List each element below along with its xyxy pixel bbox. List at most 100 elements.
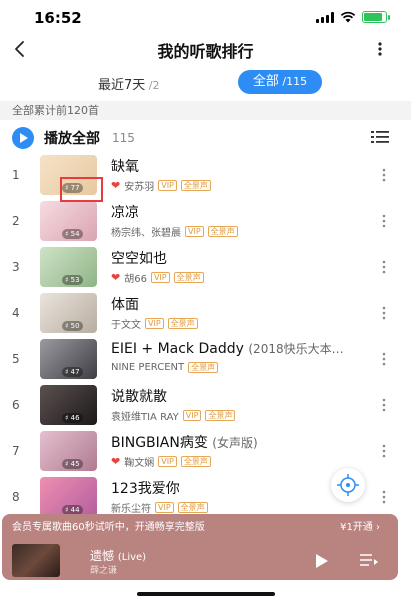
header: 我的听歌排行 [0,34,411,64]
play-count-badge: ♯ 47 [62,367,83,377]
more-vertical-icon[interactable] [381,213,387,229]
song-row[interactable]: 6 ♯ 46 说散就散 袁娅维TIA RAY VIP 全景声 [0,383,411,429]
page-title: 我的听歌排行 [157,42,254,61]
song-title: 空空如也 [111,248,167,268]
song-cover: ♯ 53 [40,247,97,287]
song-artist: 胡66 [124,274,147,285]
song-list: 1 ♯ 77 缺氧 ❤ 安苏羽 VIP 全景声 2 ♯ 54 凉凉 杨宗纬、张碧晨… [0,153,411,521]
player-artist: 薛之谦 [90,566,118,576]
vip-open-button[interactable]: ¥1开通 › [340,514,380,541]
song-artist: 安苏羽 [124,182,155,193]
battery-level [364,13,382,21]
tab-all[interactable]: 全部 /115 [238,70,322,94]
play-count: 44 [70,506,80,514]
more-vertical-icon[interactable] [381,305,387,321]
play-all-count: 115 [112,131,135,145]
total-count-text: 全部累计前120首 [0,101,411,120]
play-circle-icon [12,127,34,149]
song-title: BINGBIAN病变 (女声版) [111,432,258,452]
song-rank: 8 [12,490,20,504]
song-rank: 3 [12,260,20,274]
song-title: EIEI + Mack Daddy (2018快乐大本… [111,340,344,357]
song-tag: VIP [155,502,174,513]
song-meta: 袁娅维TIA RAY VIP 全景声 [111,408,236,423]
song-meta: ❤ 鞠文娴 VIP 全景声 [111,454,211,469]
play-count-badge: ♯ 45 [62,459,83,469]
song-rank: 6 [12,398,20,412]
play-count: 54 [70,230,80,238]
play-count: 50 [70,322,80,330]
multi-select-list-icon[interactable] [371,129,389,145]
song-artist: NINE PERCENT [111,362,185,373]
song-tag: VIP [158,180,177,191]
song-tag: VIP [145,318,164,329]
song-title-sub: (2018快乐大本… [248,342,344,356]
song-row[interactable]: 3 ♯ 53 空空如也 ❤ 胡66 VIP 全景声 [0,245,411,291]
song-rank: 1 [12,168,20,182]
song-artist: 于文文 [111,320,141,331]
mini-player[interactable]: 遗憾 (Live) 薛之谦 [2,541,398,580]
song-tag: 全景声 [188,362,219,373]
status-icons [316,11,390,23]
more-vertical-icon[interactable] [375,39,385,59]
player-song-title: 遗憾 (Live) [90,547,146,564]
song-meta: 于文文 VIP 全景声 [111,316,198,331]
home-indicator [137,592,275,596]
song-cover: ♯ 46 [40,385,97,425]
play-all-button[interactable]: 播放全部 115 [12,127,135,149]
heart-icon: ❤ [111,271,121,284]
more-vertical-icon[interactable] [381,443,387,459]
song-rank: 7 [12,444,20,458]
song-title: 缺氧 [111,156,139,176]
more-vertical-icon[interactable] [381,259,387,275]
song-meta: NINE PERCENT 全景声 [111,362,219,373]
annotation-highlight-box [60,177,103,202]
song-artist: 袁娅维TIA RAY [111,412,179,423]
play-count-badge: ♯ 53 [62,275,83,285]
more-vertical-icon[interactable] [381,167,387,183]
song-title-sub: (女声版) [212,436,258,450]
song-meta: ❤ 胡66 VIP 全景声 [111,270,204,285]
more-vertical-icon[interactable] [381,351,387,367]
song-title-text: 说散就散 [111,389,167,405]
song-title: 123我爱你 [111,478,180,498]
locate-current-song-icon[interactable] [331,468,365,502]
song-tag: 全景声 [167,318,198,329]
song-row[interactable]: 4 ♯ 50 体面 于文文 VIP 全景声 [0,291,411,337]
play-count: 53 [70,276,80,284]
play-icon[interactable] [315,553,329,569]
song-tag: 全景声 [177,502,208,513]
more-vertical-icon[interactable] [381,489,387,505]
play-all-row: 播放全部 115 [0,124,411,150]
status-bar: 16:52 [0,0,411,34]
player-title-text: 遗憾 [90,549,115,563]
song-rank: 4 [12,306,20,320]
song-cover: ♯ 45 [40,431,97,471]
vip-trial-banner[interactable]: 会员专属歌曲60秒试听中，开通畅享完整版 ¥1开通 › [2,514,398,541]
vip-banner-text: 会员专属歌曲60秒试听中，开通畅享完整版 [12,522,205,533]
more-vertical-icon[interactable] [381,397,387,413]
play-count: 46 [70,414,80,422]
tab-count: /2 [145,79,160,92]
song-title-text: EIEI + Mack Daddy [111,341,244,357]
song-meta: ❤ 安苏羽 VIP 全景声 [111,178,211,193]
player-album-cover [12,544,60,577]
song-tag: VIP [150,272,170,283]
song-title: 说散就散 [111,386,167,406]
song-tag: 全景声 [205,410,236,421]
playlist-icon[interactable] [360,553,378,569]
tab-recent-7-days[interactable]: 最近7天 /2 [98,74,159,93]
song-cover: ♯ 47 [40,339,97,379]
song-tag: 全景声 [180,456,211,467]
song-row[interactable]: 5 ♯ 47 EIEI + Mack Daddy (2018快乐大本… NINE… [0,337,411,383]
song-row[interactable]: 2 ♯ 54 凉凉 杨宗纬、张碧晨 VIP 全景声 [0,199,411,245]
tab-label: 最近7天 [98,78,146,93]
song-title-text: 缺氧 [111,159,139,175]
song-tag: 全景声 [207,226,238,237]
play-count: 47 [70,368,80,376]
song-title: 体面 [111,294,139,314]
play-all-label: 播放全部 [44,131,100,147]
song-meta: 杨宗纬、张碧晨 VIP 全景声 [111,224,238,239]
song-tag: VIP [158,456,177,467]
song-artist: 新乐尘符 [111,504,151,515]
